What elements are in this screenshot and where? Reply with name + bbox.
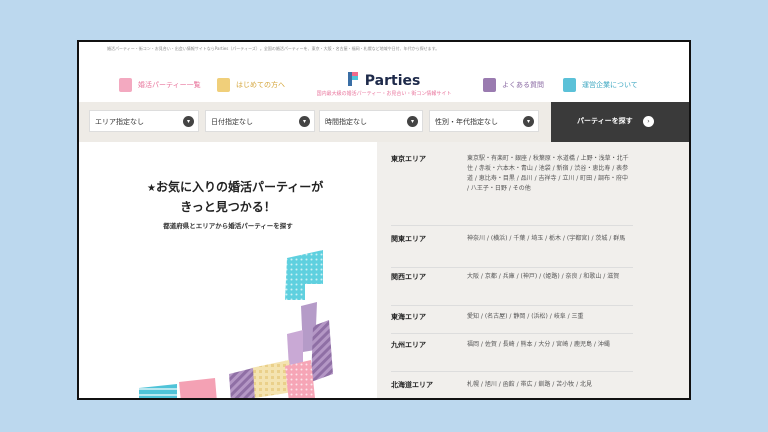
site-header: 婚活パーティー一覧 はじめての方へ Parties 国内最大級の婚活パーティー・… bbox=[79, 68, 689, 102]
chevron-down-icon: ▾ bbox=[523, 116, 534, 127]
chevron-down-icon: ▾ bbox=[183, 116, 194, 127]
region-list: 東京エリア 東京駅・有楽町・銀座 / 秋葉原・水道橋 / 上野・浅草・北千住 /… bbox=[377, 142, 689, 398]
gender-age-select-label: 性別・年代指定なし bbox=[435, 118, 498, 126]
region-name[interactable]: 関西エリア bbox=[391, 272, 426, 282]
map-region-kyushu bbox=[139, 384, 177, 398]
logo-name: Parties bbox=[364, 73, 421, 89]
logo-mark-icon bbox=[347, 72, 358, 86]
region-cities[interactable]: 愛知 / (名古屋) / 静岡 / (浜松) / 岐阜 / 三重 bbox=[467, 312, 629, 322]
region-name[interactable]: 東京エリア bbox=[391, 154, 426, 164]
nav-party-list[interactable]: 婚活パーティー一覧 bbox=[119, 76, 201, 94]
book-icon bbox=[217, 78, 230, 92]
region-row-kyushu: 九州エリア 福岡 / 佐賀 / 長崎 / 熊本 / 大分 / 宮崎 / 鹿児島 … bbox=[391, 340, 633, 372]
nav-beginners-label: はじめての方へ bbox=[236, 81, 285, 89]
map-region-hokkaido bbox=[285, 250, 323, 300]
list-icon bbox=[119, 78, 132, 92]
region-name[interactable]: 関東エリア bbox=[391, 234, 426, 244]
region-name[interactable]: 九州エリア bbox=[391, 340, 426, 350]
time-select[interactable]: 時間指定なし ▾ bbox=[319, 110, 423, 132]
search-bar: エリア指定なし ▾ 日付指定なし ▾ 時間指定なし ▾ 性別・年代指定なし ▾ … bbox=[79, 102, 689, 142]
region-cities[interactable]: 東京駅・有楽町・銀座 / 秋葉原・水道橋 / 上野・浅草・北千住 / 赤坂・六本… bbox=[467, 154, 629, 194]
area-select-label: エリア指定なし bbox=[95, 118, 144, 126]
hero-heading-line1: ★お気に入りの婚活パーティーが bbox=[147, 180, 324, 194]
nav-beginners[interactable]: はじめての方へ bbox=[217, 76, 285, 94]
nav-party-list-label: 婚活パーティー一覧 bbox=[138, 81, 201, 89]
region-row-hokkaido: 北海道エリア 札幌 / 旭川 / 函館 / 帯広 / 釧路 / 苫小牧 / 北見 bbox=[391, 380, 633, 398]
logo-tagline: 国内最大級の婚活パーティー・お見合い・街コン情報サイト bbox=[316, 91, 452, 97]
area-select[interactable]: エリア指定なし ▾ bbox=[89, 110, 199, 132]
date-select-label: 日付指定なし bbox=[211, 118, 253, 126]
nav-faq[interactable]: よくある質問 bbox=[483, 76, 544, 94]
nav-faq-label: よくある質問 bbox=[502, 81, 544, 89]
hero-heading-line2: きっと見つかる！ bbox=[180, 200, 276, 214]
map-region-tohoku bbox=[311, 320, 333, 382]
time-select-label: 時間指定なし bbox=[325, 118, 367, 126]
building-icon bbox=[563, 78, 576, 92]
map-region-kanto bbox=[285, 360, 315, 398]
region-name[interactable]: 北海道エリア bbox=[391, 380, 433, 390]
chevron-down-icon: ▾ bbox=[299, 116, 310, 127]
date-select[interactable]: 日付指定なし ▾ bbox=[205, 110, 315, 132]
map-region-kansai bbox=[229, 368, 255, 398]
hero-subheading: 都道府県とエリアから婚活パーティーを探す bbox=[163, 222, 293, 230]
region-row-tokyo: 東京エリア 東京駅・有楽町・銀座 / 秋葉原・水道橋 / 上野・浅草・北千住 /… bbox=[391, 154, 633, 226]
region-row-kansai: 関西エリア 大阪 / 京都 / 兵庫 / (神戸) / (姫路) / 奈良 / … bbox=[391, 272, 633, 306]
region-cities[interactable]: 神奈川 / (横浜) / 千葉 / 埼玉 / 栃木 / (宇都宮) / 茨城 /… bbox=[467, 234, 629, 244]
region-cities[interactable]: 大阪 / 京都 / 兵庫 / (神戸) / (姫路) / 奈良 / 和歌山 / … bbox=[467, 272, 629, 282]
region-cities[interactable]: 福岡 / 佐賀 / 長崎 / 熊本 / 大分 / 宮崎 / 鹿児島 / 沖縄 bbox=[467, 340, 629, 350]
question-icon bbox=[483, 78, 496, 92]
site-logo[interactable]: Parties 国内最大級の婚活パーティー・お見合い・街コン情報サイト bbox=[309, 70, 459, 97]
nav-company[interactable]: 運営企業について bbox=[563, 76, 638, 94]
region-name[interactable]: 東海エリア bbox=[391, 312, 426, 322]
browser-screenshot-frame: 婚活パーティー・街コン・お見合い・出会い情報サイトならParties（パーティー… bbox=[77, 40, 691, 400]
search-parties-button-label: パーティーを探す bbox=[577, 117, 633, 125]
region-row-kanto: 関東エリア 神奈川 / (横浜) / 千葉 / 埼玉 / 栃木 / (宇都宮) … bbox=[391, 234, 633, 268]
map-region-kanto-top bbox=[287, 330, 303, 368]
nav-company-label: 運営企業について bbox=[582, 81, 638, 89]
map-region-chugoku bbox=[179, 378, 217, 398]
chevron-down-icon: ▾ bbox=[407, 116, 418, 127]
gender-age-select[interactable]: 性別・年代指定なし ▾ bbox=[429, 110, 539, 132]
region-row-tokai: 東海エリア 愛知 / (名古屋) / 静岡 / (浜松) / 岐阜 / 三重 bbox=[391, 312, 633, 334]
search-parties-button[interactable]: パーティーを探す › bbox=[551, 102, 689, 142]
chevron-right-icon: › bbox=[643, 116, 654, 127]
region-cities[interactable]: 札幌 / 旭川 / 函館 / 帯広 / 釧路 / 苫小牧 / 北見 bbox=[467, 380, 629, 390]
top-notice-text: 婚活パーティー・街コン・お見合い・出会い情報サイトならParties（パーティー… bbox=[107, 46, 440, 51]
star-icon: ★ bbox=[147, 183, 156, 194]
hero-section: ★お気に入りの婚活パーティーが きっと見つかる！ 都道府県とエリアから婚活パーテ… bbox=[79, 142, 377, 398]
